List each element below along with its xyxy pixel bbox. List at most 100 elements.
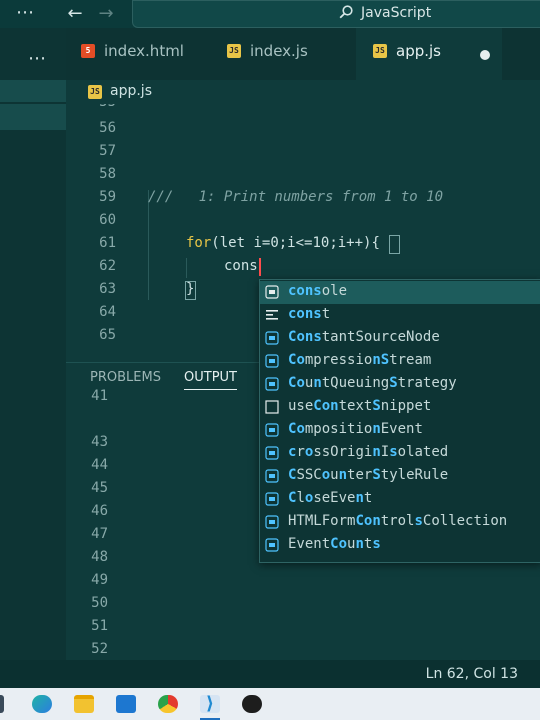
back-arrow-icon[interactable]: ←	[64, 3, 86, 25]
cursor-position[interactable]: Ln 62, Col 13	[426, 666, 518, 682]
line-number: 50	[91, 595, 108, 611]
tab-output[interactable]: OUTPUT	[184, 370, 237, 390]
editor-tabs: 5 index.html JS index.js JS app.js	[66, 28, 540, 80]
line-number: 65	[99, 327, 116, 343]
line-number: 44	[91, 457, 108, 473]
status-bar: Ln 62, Col 13	[0, 660, 540, 688]
suggestion-label: useContextSnippet	[288, 398, 432, 414]
suggestion-item[interactable]: ConstantSourceNode	[260, 327, 540, 350]
suggestion-item[interactable]: const	[260, 304, 540, 327]
indent-guide	[186, 258, 187, 278]
tab-index-html[interactable]: 5 index.html	[66, 28, 210, 80]
more-actions-icon[interactable]: ⋯	[28, 48, 46, 69]
suggestion-item[interactable]: CompositionEvent	[260, 419, 540, 442]
start-icon[interactable]	[0, 695, 4, 713]
breadcrumb-file[interactable]: app.js	[110, 83, 152, 99]
suggestion-label: HTMLFormControlsCollection	[288, 513, 508, 529]
js-file-icon: JS	[373, 44, 387, 58]
tab-app-js[interactable]: JS app.js	[356, 28, 502, 80]
suggestion-item[interactable]: CloseEvent	[260, 488, 540, 511]
suggestion-item[interactable]: crossOriginIsolated	[260, 442, 540, 465]
suggestion-item[interactable]: HTMLFormControlsCollection	[260, 511, 540, 534]
html-file-icon: 5	[81, 44, 95, 58]
sidebar: ⋯	[0, 28, 66, 660]
mail-icon[interactable]	[116, 695, 136, 713]
tab-label: index.js	[250, 42, 308, 60]
suggestion-label: console	[288, 283, 348, 299]
variable-icon	[265, 354, 279, 368]
line-number: 51	[91, 618, 108, 634]
line-number: 49	[91, 572, 108, 588]
suggestion-label: const	[288, 306, 331, 322]
unsaved-dot-icon[interactable]	[480, 50, 490, 60]
variable-icon	[265, 538, 279, 552]
tab-problems[interactable]: PROBLEMS	[90, 370, 161, 385]
bracket-match-highlight	[389, 235, 400, 254]
variable-icon	[265, 285, 279, 299]
code-typed-text: cons	[224, 258, 258, 274]
command-center-search[interactable]: JavaScript	[132, 0, 540, 28]
indent-guide	[148, 190, 149, 300]
breadcrumb: JS app.js	[66, 80, 540, 104]
edge-icon[interactable]	[32, 695, 52, 713]
sidebar-row-selected[interactable]	[0, 104, 66, 130]
line-number: 43	[91, 434, 108, 450]
variable-icon	[265, 423, 279, 437]
line-number: 56	[99, 120, 116, 136]
suggestion-label: CompositionEvent	[288, 421, 423, 437]
search-icon	[339, 5, 353, 19]
variable-icon	[265, 515, 279, 529]
line-number: 45	[91, 480, 108, 496]
suggestion-label: crossOriginIsolated	[288, 444, 449, 460]
line-number: 62	[99, 258, 116, 274]
file-explorer-icon[interactable]	[74, 695, 94, 713]
variable-icon	[265, 377, 279, 391]
tab-index-js[interactable]: JS index.js	[210, 28, 356, 80]
line-number: 61	[99, 235, 116, 251]
suggestion-label: CompressionStream	[288, 352, 432, 368]
suggestion-item[interactable]: CSSCounterStyleRule	[260, 465, 540, 488]
line-number: 48	[91, 549, 108, 565]
suggestion-item[interactable]: useContextSnippet	[260, 396, 540, 419]
variable-icon	[265, 469, 279, 483]
sidebar-row[interactable]	[0, 80, 66, 102]
suggestion-label: CloseEvent	[288, 490, 373, 506]
line-number: 57	[99, 143, 116, 159]
js-file-icon: JS	[88, 85, 102, 99]
forward-arrow-icon[interactable]: →	[95, 3, 117, 25]
code-for-line: for(let i=0;i<=10;i++){	[186, 235, 380, 251]
line-number: 63	[99, 281, 116, 297]
keyword-let: let	[219, 235, 246, 251]
recorder-icon[interactable]	[242, 695, 262, 713]
search-text: JavaScript	[361, 5, 432, 21]
suggestion-item[interactable]: console	[260, 281, 540, 304]
line-number: 41	[91, 388, 108, 404]
menu-dots-icon[interactable]: ⋯	[16, 4, 36, 24]
tab-label: app.js	[396, 42, 441, 60]
line-number: 64	[99, 304, 116, 320]
line-number: 59	[99, 189, 116, 205]
line-number: 55	[66, 104, 116, 110]
line-number: 47	[91, 526, 108, 542]
js-file-icon: JS	[227, 44, 241, 58]
chrome-icon[interactable]	[158, 695, 178, 713]
bracket-match-highlight	[185, 281, 196, 300]
snippet-icon	[265, 400, 279, 414]
line-number: 60	[99, 212, 116, 228]
suggestion-item[interactable]: CompressionStream	[260, 350, 540, 373]
suggestion-label: ConstantSourceNode	[288, 329, 440, 345]
variable-icon	[265, 492, 279, 506]
autocomplete-suggestions[interactable]: console const ConstantSourceNode Compres…	[259, 279, 540, 563]
suggestion-label: CSSCounterStyleRule	[288, 467, 449, 483]
keyword-icon	[266, 310, 278, 320]
title-bar: ⋯ ← → JavaScript	[0, 0, 540, 28]
suggestion-label: EventCounts	[288, 536, 381, 552]
line-number: 46	[91, 503, 108, 519]
code-comment: /// 1: Print numbers from 1 to 10	[148, 189, 444, 205]
suggestion-item[interactable]: EventCounts	[260, 534, 540, 557]
vscode-icon[interactable]: ⟩	[200, 695, 220, 713]
suggestion-item[interactable]: CountQueuingStrategy	[260, 373, 540, 396]
line-number: 58	[99, 166, 116, 182]
tab-label: index.html	[104, 42, 184, 60]
variable-icon	[265, 331, 279, 345]
